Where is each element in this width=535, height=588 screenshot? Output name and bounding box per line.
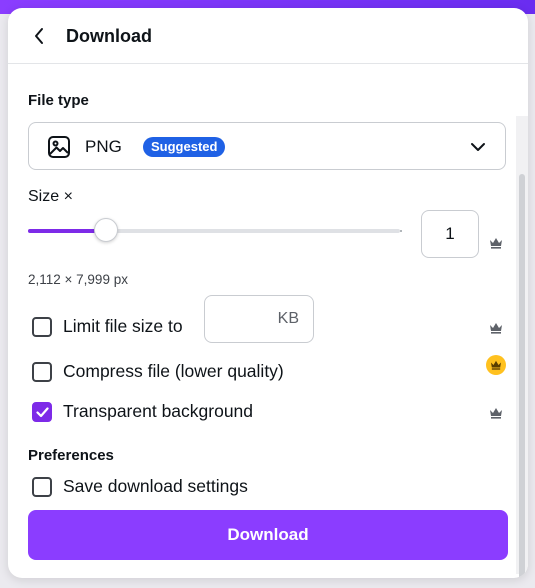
file-size-limit-input[interactable]	[204, 295, 314, 343]
compress-file-label: Compress file (lower quality)	[63, 361, 284, 381]
scrollbar-thumb[interactable]	[519, 174, 525, 578]
suggested-badge: Suggested	[143, 137, 226, 157]
download-button[interactable]: Download	[28, 510, 508, 560]
file-size-limit-field[interactable]	[204, 295, 314, 343]
size-multiplier-input[interactable]	[421, 210, 479, 258]
output-dimensions: 2,112 × 7,999 px	[28, 272, 128, 287]
back-button[interactable]	[28, 24, 50, 48]
limit-file-size-checkbox[interactable]	[32, 317, 52, 337]
file-type-label: File type	[28, 92, 89, 109]
compress-file-checkbox[interactable]	[32, 362, 52, 382]
size-slider[interactable]	[28, 218, 402, 242]
download-panel: Download File type PNG Suggested Size ×	[8, 8, 528, 578]
save-download-settings-label: Save download settings	[63, 476, 248, 496]
slider-end-dot	[400, 230, 402, 232]
limit-file-size-label: Limit file size to	[63, 316, 183, 336]
file-type-dropdown[interactable]: PNG Suggested	[28, 122, 506, 170]
file-type-value: PNG	[85, 137, 122, 156]
crown-icon	[490, 323, 502, 334]
chevron-left-icon	[35, 28, 43, 44]
panel-header: Download	[8, 8, 528, 64]
size-label: Size ×	[28, 188, 73, 205]
image-icon	[48, 136, 70, 158]
check-icon	[36, 407, 49, 418]
crown-icon	[490, 408, 502, 419]
save-download-settings-checkbox[interactable]	[32, 477, 52, 497]
pro-feature-badge	[486, 355, 506, 375]
preferences-label: Preferences	[28, 447, 114, 464]
transparent-background-checkbox[interactable]	[32, 402, 52, 422]
scrollbar[interactable]	[516, 116, 528, 578]
crown-icon	[490, 238, 502, 249]
chevron-down-icon	[471, 143, 485, 151]
size-multiplier-field[interactable]	[421, 210, 479, 258]
panel-title: Download	[66, 26, 152, 46]
transparent-background-label: Transparent background	[63, 401, 254, 421]
slider-thumb[interactable]	[94, 218, 118, 242]
panel-content: File type PNG Suggested Size × 1 2,112 ×…	[8, 64, 528, 578]
crown-icon	[491, 360, 501, 370]
